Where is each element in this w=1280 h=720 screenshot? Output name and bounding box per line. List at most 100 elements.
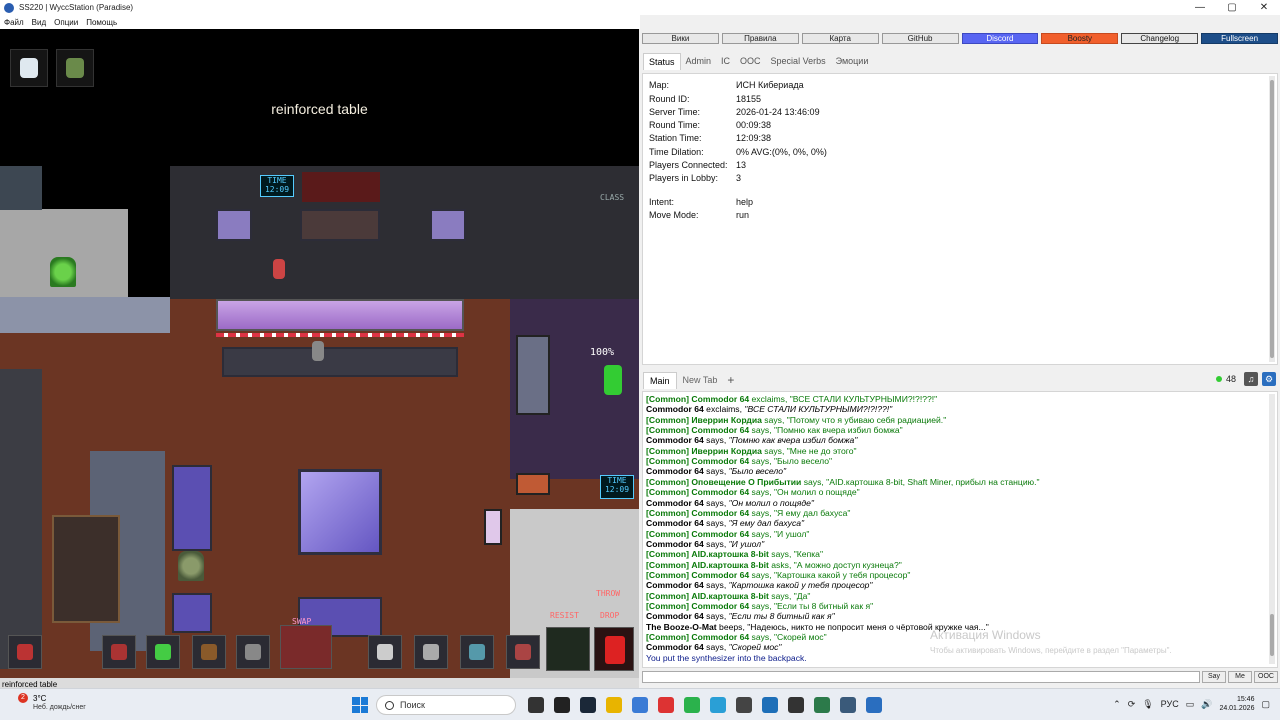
- rules-button[interactable]: Правила: [721, 33, 799, 44]
- chat-message: [Common] Commodor 64 says, "Картошка как…: [646, 570, 910, 580]
- hud-back-slot[interactable]: [236, 635, 270, 669]
- bartender-figure[interactable]: [273, 259, 285, 279]
- taskbar-app-icon[interactable]: [580, 697, 596, 713]
- potted-plant[interactable]: [50, 257, 76, 287]
- changelog-button[interactable]: Changelog: [1121, 33, 1199, 44]
- chat-message: Commodor 64 says, "Помню как вчера избил…: [646, 435, 857, 445]
- vending-machine[interactable]: [216, 209, 252, 241]
- hud-pull-slot[interactable]: [506, 635, 540, 669]
- tray-mic-icon[interactable]: 🎙: [1142, 699, 1153, 710]
- fullscreen-button[interactable]: Fullscreen: [1201, 33, 1278, 44]
- add-tab-button[interactable]: +: [727, 373, 734, 387]
- ooc-button[interactable]: OOC: [1254, 671, 1278, 683]
- hud-pocket-slot[interactable]: [368, 635, 402, 669]
- belt-icon: [201, 644, 217, 660]
- tab-status[interactable]: Status: [643, 52, 681, 70]
- wiki-button[interactable]: Вики: [642, 33, 719, 44]
- minimize-button[interactable]: —: [1184, 0, 1216, 15]
- taskbar-app-icon[interactable]: [528, 697, 544, 713]
- tray-network-icon[interactable]: ▭: [1186, 699, 1195, 710]
- app-icon: [4, 2, 14, 13]
- hud-health-doll[interactable]: [594, 627, 634, 671]
- chat-scrollbar[interactable]: [1269, 394, 1275, 664]
- throw-button[interactable]: THROW: [596, 589, 620, 598]
- tab-emotes[interactable]: Эмоции: [831, 53, 874, 69]
- sofa[interactable]: [172, 465, 212, 551]
- tab-special-verbs[interactable]: Special Verbs: [766, 53, 831, 69]
- tray-chevron-icon[interactable]: ⌃: [1113, 699, 1121, 710]
- tab-ic[interactable]: IC: [716, 53, 735, 69]
- hud-uniform-slot[interactable]: [8, 635, 42, 669]
- menu-view[interactable]: Вид: [32, 18, 46, 27]
- chat-speaker: AID.картошка 8-bit: [691, 590, 769, 601]
- tab-new[interactable]: New Tab: [677, 372, 724, 388]
- taskbar-app-icon[interactable]: [762, 697, 778, 713]
- taskbar-app-icon[interactable]: [814, 697, 830, 713]
- settings-gear-icon[interactable]: ⚙: [1262, 372, 1276, 386]
- bar-stools[interactable]: [222, 347, 458, 377]
- reinforced-table[interactable]: [216, 299, 464, 331]
- tab-main[interactable]: Main: [643, 371, 677, 389]
- tray-notification-icon[interactable]: ▢: [1261, 699, 1270, 710]
- taskbar-app-icon[interactable]: [788, 697, 804, 713]
- resist-button[interactable]: RESIST: [550, 611, 579, 620]
- say-button[interactable]: Say: [1202, 671, 1226, 683]
- taskbar-app-icon[interactable]: [736, 697, 752, 713]
- lounge-table[interactable]: [298, 469, 382, 555]
- hud-storage-slot[interactable]: [460, 635, 494, 669]
- bottle-shelf[interactable]: [300, 209, 380, 241]
- taskbar-app-icon[interactable]: [658, 697, 674, 713]
- hud-suit-slot[interactable]: [102, 635, 136, 669]
- hud-pda-slot[interactable]: [56, 49, 94, 87]
- tray-clock[interactable]: 15:46 24.01.2026: [1219, 695, 1254, 713]
- music-icon[interactable]: ♫: [1244, 372, 1258, 386]
- player-figure[interactable]: [312, 341, 324, 361]
- chat-message: [Common] Commodor 64 says, "Скорей мос": [646, 632, 827, 642]
- windows-start-icon[interactable]: [352, 697, 368, 713]
- map-button[interactable]: Карта: [801, 33, 879, 44]
- tray-volume-icon[interactable]: 🔊: [1201, 699, 1212, 710]
- sofa[interactable]: [172, 593, 212, 633]
- taskbar-app-icon[interactable]: [554, 697, 570, 713]
- drop-button[interactable]: DROP: [600, 611, 619, 620]
- me-button[interactable]: Me: [1228, 671, 1252, 683]
- fridge[interactable]: [484, 509, 502, 545]
- game-viewport[interactable]: TIME 12:09 TIME 12:09 100% reinforced ta…: [0, 29, 639, 678]
- hud-intent-slot[interactable]: [546, 627, 590, 671]
- status-scrollbar[interactable]: [1269, 76, 1275, 362]
- hud-hands-slot[interactable]: [280, 625, 332, 669]
- booze-o-mat[interactable]: [430, 209, 466, 241]
- potted-plant[interactable]: [178, 551, 204, 581]
- hud-id-slot[interactable]: [10, 49, 48, 87]
- taskbar-app-icon[interactable]: [840, 697, 856, 713]
- menu-options[interactable]: Опции: [54, 18, 78, 27]
- close-button[interactable]: ✕: [1248, 0, 1280, 15]
- taskbar-app-icon[interactable]: [866, 697, 882, 713]
- green-figure[interactable]: [604, 365, 622, 395]
- chat-channel: [Common]: [646, 528, 689, 539]
- menu-help[interactable]: Помощь: [86, 18, 117, 27]
- menu-file[interactable]: Файл: [4, 18, 24, 27]
- boosty-button[interactable]: Boosty: [1041, 33, 1119, 44]
- hud-id-slot-bottom[interactable]: [146, 635, 180, 669]
- tray-sync-icon[interactable]: ⟳: [1128, 699, 1136, 710]
- tab-ooc[interactable]: OOC: [735, 53, 766, 69]
- maximize-button[interactable]: ▢: [1216, 0, 1248, 15]
- hud-pocket-slot[interactable]: [414, 635, 448, 669]
- chat-speaker: Commodor 64: [646, 435, 704, 446]
- discord-button[interactable]: Discord: [961, 33, 1039, 44]
- chat-input[interactable]: [642, 671, 1200, 683]
- tray-language[interactable]: РУС: [1161, 699, 1179, 709]
- locker[interactable]: [516, 335, 550, 415]
- taskbar-app-icon[interactable]: [710, 697, 726, 713]
- github-button[interactable]: GitHub: [881, 33, 959, 44]
- hud-belt-slot[interactable]: [192, 635, 226, 669]
- chat-log[interactable]: Активация Windows Чтобы активировать Win…: [642, 391, 1278, 668]
- taskbar-app-icon[interactable]: [632, 697, 648, 713]
- taskbar-app-icon[interactable]: [606, 697, 622, 713]
- chat-message: Commodor 64 says, "Картошка какой у тебя…: [646, 580, 872, 590]
- counter[interactable]: [516, 473, 550, 495]
- tab-admin[interactable]: Admin: [681, 53, 717, 69]
- taskbar-search[interactable]: Поиск: [376, 695, 516, 715]
- taskbar-app-icon[interactable]: [684, 697, 700, 713]
